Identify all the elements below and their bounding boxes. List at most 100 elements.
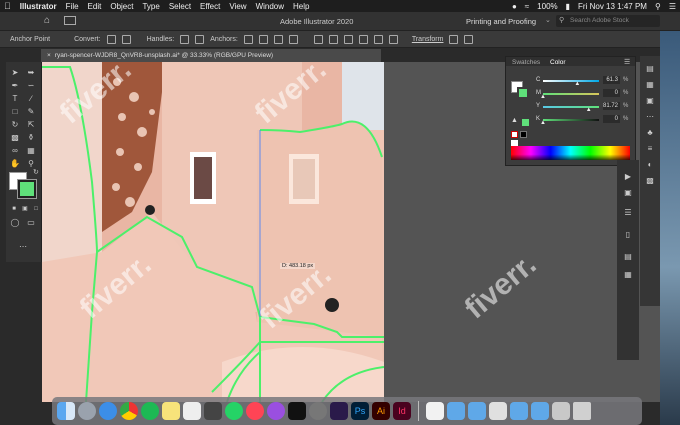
podcasts-icon[interactable]: [267, 402, 285, 420]
trash-icon[interactable]: [573, 402, 591, 420]
selection-tool-icon[interactable]: ➤: [10, 68, 20, 78]
whatsapp-icon[interactable]: [225, 402, 243, 420]
align-left-icon[interactable]: [313, 34, 323, 44]
folder-icon[interactable]: [531, 402, 549, 420]
menu-file[interactable]: File: [66, 2, 79, 11]
assets-icon[interactable]: ▦: [623, 270, 633, 280]
draw-mode-icon[interactable]: ◯: [10, 218, 20, 228]
document-tab[interactable]: × ryan-spencer-WJDR8_QnVR8-unsplash.ai* @…: [41, 49, 381, 62]
hide-handles-icon[interactable]: [195, 34, 205, 44]
transform-button[interactable]: Transform: [412, 36, 444, 43]
direct-selection-tool-icon[interactable]: ➥: [26, 68, 36, 78]
menu-help[interactable]: Help: [293, 2, 309, 11]
menu-extra-icon[interactable]: ☰: [669, 2, 676, 11]
slider-m[interactable]: [543, 93, 599, 95]
hand-tool-icon[interactable]: ✋: [10, 159, 20, 169]
music-icon[interactable]: [246, 402, 264, 420]
clock[interactable]: Fri Nov 13 1:47 PM: [578, 2, 647, 11]
menu-object[interactable]: Object: [110, 2, 133, 11]
close-icon[interactable]: ×: [47, 52, 51, 59]
menu-effect[interactable]: Effect: [200, 2, 220, 11]
apple-icon[interactable]: : [4, 1, 11, 11]
screen-mode-icon[interactable]: ▭: [26, 218, 36, 228]
swap-fill-stroke-icon[interactable]: ↻: [33, 168, 39, 176]
preview-icon[interactable]: [426, 402, 444, 420]
gradient-panel-icon[interactable]: ▩: [645, 176, 655, 186]
workspace-layout-icon[interactable]: [64, 16, 76, 25]
brushes-icon[interactable]: ⋯: [645, 112, 655, 122]
out-of-gamut-icon[interactable]: ▲: [511, 117, 518, 124]
indesign-icon[interactable]: Id: [393, 402, 411, 420]
home-icon[interactable]: ⌂: [44, 15, 50, 26]
calculator-icon[interactable]: [204, 402, 222, 420]
convert-smooth-icon[interactable]: [121, 34, 131, 44]
color-spectrum[interactable]: [511, 146, 630, 160]
stroke-icon[interactable]: ≡: [645, 144, 655, 154]
slider-thumb-c[interactable]: ▲: [574, 81, 580, 87]
chrome-icon[interactable]: [120, 402, 138, 420]
document-icon[interactable]: [489, 402, 507, 420]
menu-app-name[interactable]: Illustrator: [20, 2, 57, 11]
black-swatch[interactable]: [520, 131, 527, 138]
align-top-icon[interactable]: [358, 34, 368, 44]
cut-path-icon[interactable]: [273, 34, 283, 44]
slider-thumb-k[interactable]: ▲: [540, 120, 546, 126]
rotate-tool-icon[interactable]: ↻: [10, 120, 20, 130]
safari-icon[interactable]: [99, 402, 117, 420]
more-tools-icon[interactable]: ⋯: [18, 242, 28, 252]
folder-icon[interactable]: [468, 402, 486, 420]
layers-icon[interactable]: ☰: [623, 208, 633, 218]
value-y[interactable]: 81.72: [603, 102, 620, 110]
wifi-icon[interactable]: ≈: [525, 2, 529, 11]
color-mode-icon[interactable]: ■: [9, 204, 19, 214]
slider-k[interactable]: [543, 119, 599, 121]
spotify-icon[interactable]: [141, 402, 159, 420]
links-icon[interactable]: ▤: [623, 252, 633, 262]
align-bottom-icon[interactable]: [388, 34, 398, 44]
notes-icon[interactable]: [162, 402, 180, 420]
tab-swatches[interactable]: Swatches: [512, 59, 540, 66]
align-middle-icon[interactable]: [373, 34, 383, 44]
connect-anchor-icon[interactable]: [258, 34, 268, 44]
type-tool-icon[interactable]: T: [10, 94, 20, 104]
value-m[interactable]: 0: [603, 89, 620, 97]
web-color-swatch[interactable]: [522, 119, 529, 126]
stroke-swatch[interactable]: [517, 87, 529, 99]
rectangle-tool-icon[interactable]: □: [10, 107, 20, 117]
paintbrush-tool-icon[interactable]: ✎: [26, 107, 36, 117]
arrange-icon[interactable]: [449, 34, 459, 44]
show-handles-icon[interactable]: [180, 34, 190, 44]
convert-corner-icon[interactable]: [106, 34, 116, 44]
blend-tool-icon[interactable]: ∞: [10, 146, 20, 156]
chevron-down-icon[interactable]: ⌄: [545, 16, 551, 24]
symbols-icon[interactable]: ♣: [645, 128, 655, 138]
appletv-icon[interactable]: [288, 402, 306, 420]
line-tool-icon[interactable]: ∕: [26, 94, 36, 104]
menu-window[interactable]: Window: [256, 2, 284, 11]
menu-select[interactable]: Select: [169, 2, 191, 11]
slider-c[interactable]: [543, 80, 599, 82]
libraries-icon[interactable]: ▦: [645, 80, 655, 90]
value-c[interactable]: 61.3: [603, 76, 620, 84]
slider-thumb-m[interactable]: ▲: [540, 94, 546, 100]
menu-view[interactable]: View: [229, 2, 246, 11]
launchpad-icon[interactable]: [78, 402, 96, 420]
gradient-tool-icon[interactable]: ▩: [10, 133, 20, 143]
tab-color[interactable]: Color: [550, 59, 566, 66]
folder-icon[interactable]: [510, 402, 528, 420]
properties-icon[interactable]: ▤: [645, 64, 655, 74]
menu-edit[interactable]: Edit: [88, 2, 102, 11]
record-icon[interactable]: ●: [512, 2, 517, 11]
remove-anchor-icon[interactable]: [243, 34, 253, 44]
folder-icon[interactable]: [447, 402, 465, 420]
scale-tool-icon[interactable]: ⇱: [26, 120, 36, 130]
slider-thumb-y[interactable]: ▲: [586, 107, 592, 113]
artboards-icon[interactable]: ▯: [623, 230, 633, 240]
more-options-icon[interactable]: [464, 34, 474, 44]
align-center-icon[interactable]: [328, 34, 338, 44]
isolate-icon[interactable]: [288, 34, 298, 44]
workspace-switcher[interactable]: Printing and Proofing: [466, 17, 536, 26]
panel-menu-icon[interactable]: ☰: [624, 58, 630, 66]
photoshop-icon[interactable]: Ps: [351, 402, 369, 420]
gradient-mode-icon[interactable]: ▣: [20, 204, 30, 214]
